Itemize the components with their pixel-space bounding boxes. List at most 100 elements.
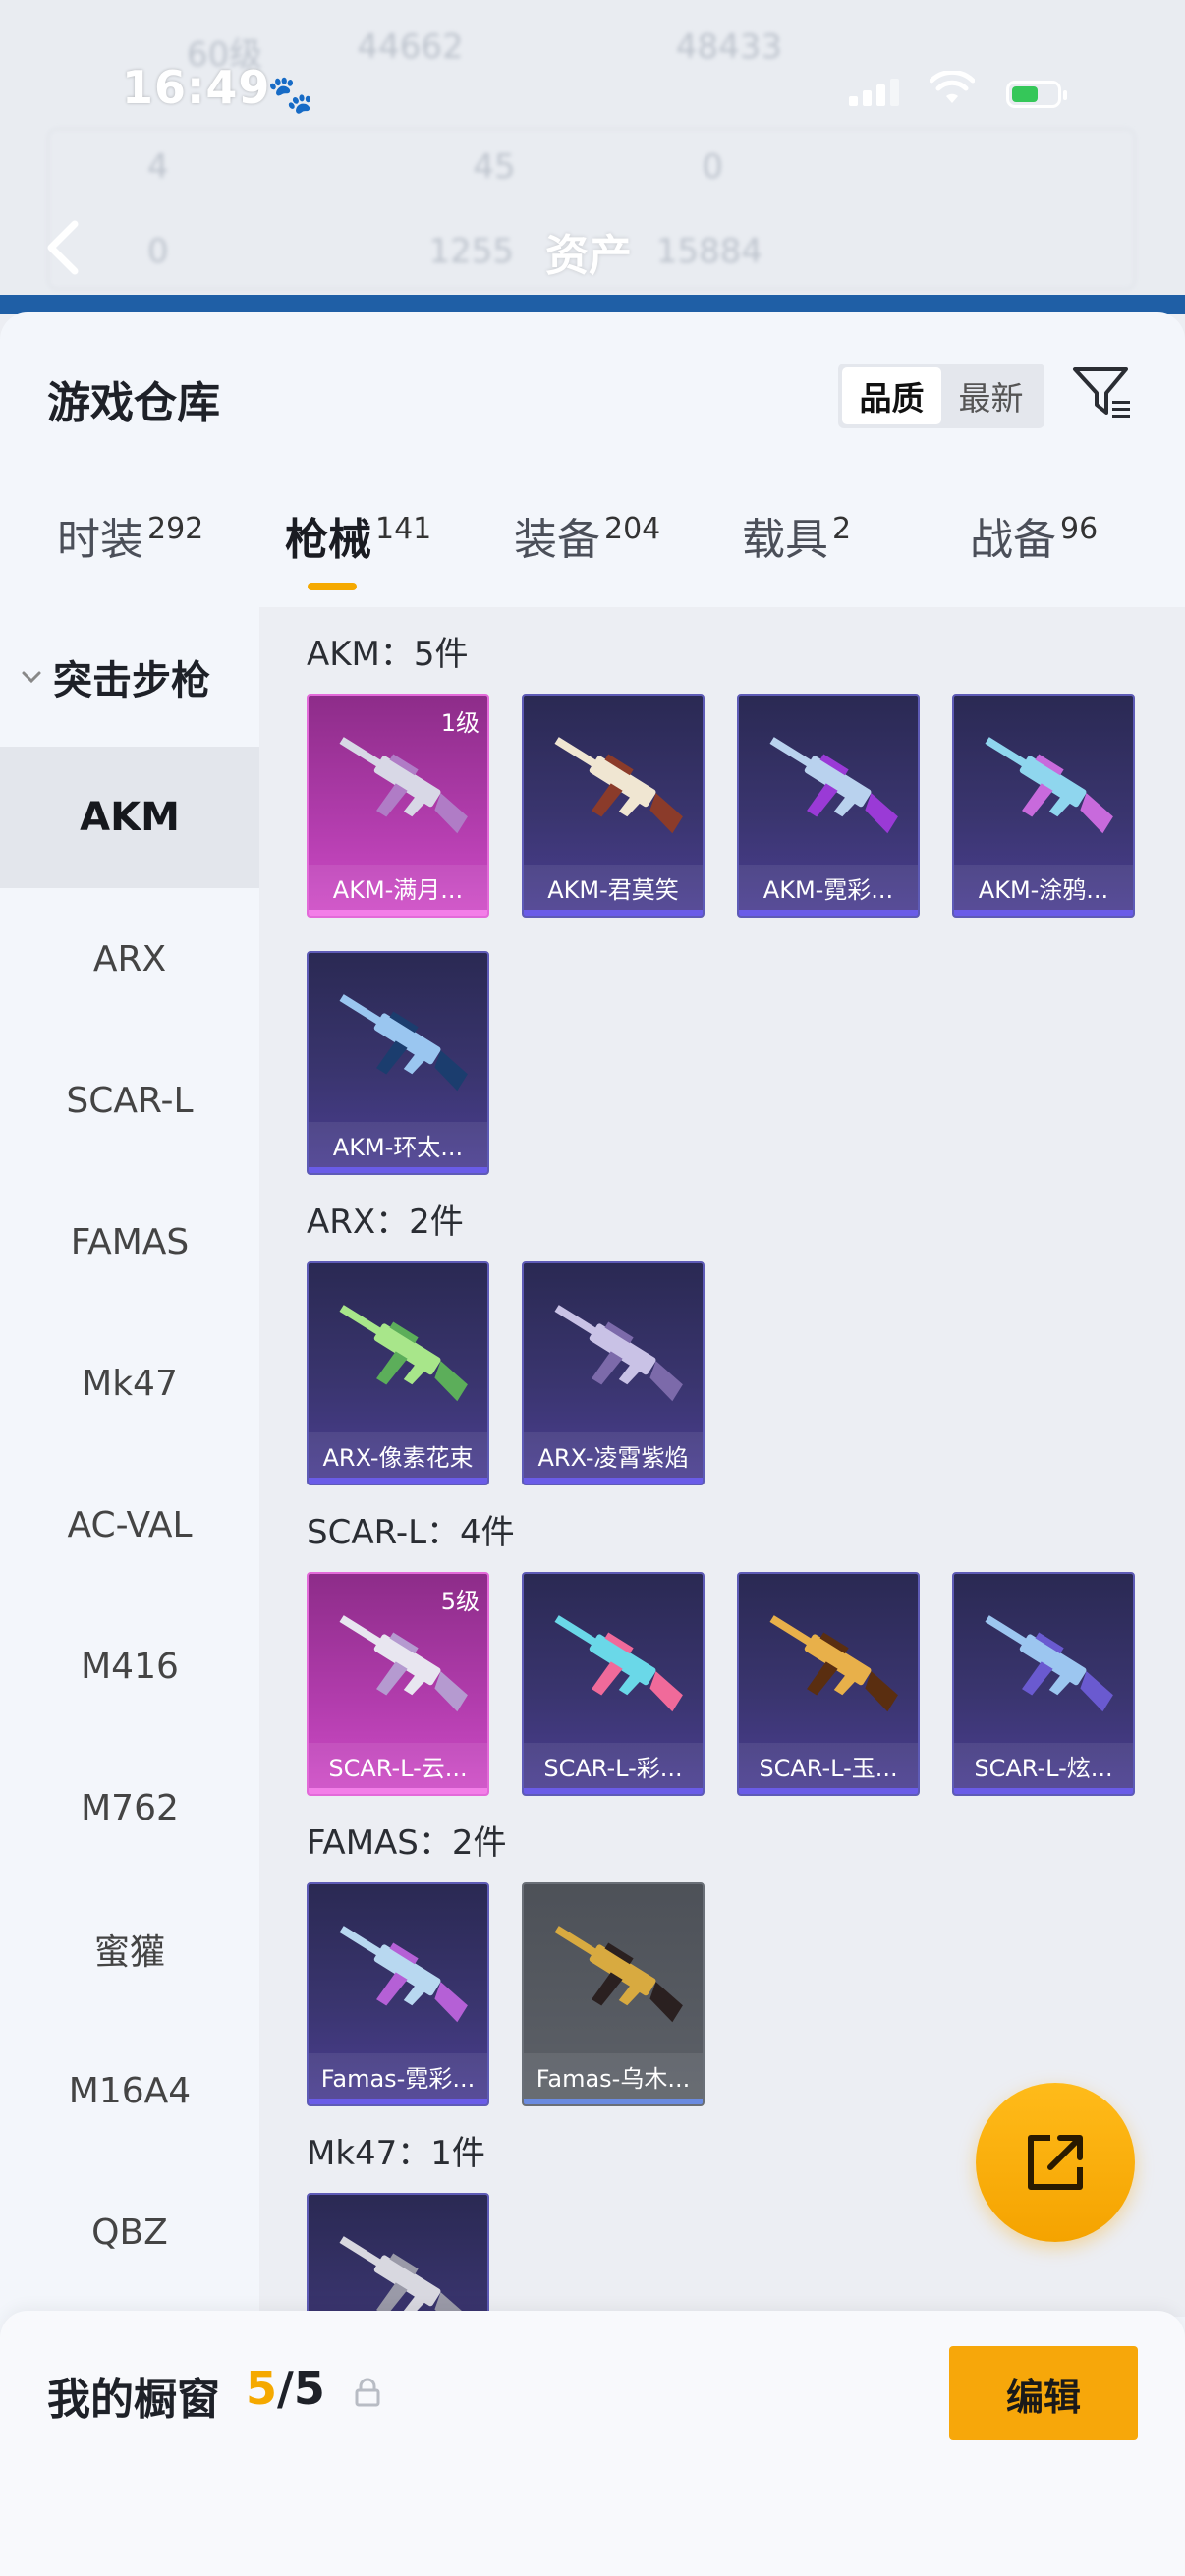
weapon-skin-card[interactable]: AKM-涂鸦...	[952, 694, 1135, 918]
sidebar-item-ac-val[interactable]: AC-VAL	[0, 1454, 259, 1596]
level-badge: 5级	[440, 1588, 480, 1615]
rarity-bar	[524, 1788, 703, 1794]
weapon-skin-name: SCAR-L-云...	[309, 1743, 487, 1788]
sidebar-item-arx[interactable]: ARX	[0, 888, 259, 1030]
rifle-icon	[339, 994, 468, 1092]
sidebar-item-honey-badger[interactable]: 蜜獾	[0, 1878, 259, 2020]
rarity-bar	[524, 2099, 703, 2104]
back-arrow-icon[interactable]	[43, 218, 83, 277]
rifle-icon	[769, 737, 898, 834]
active-tab-indicator	[308, 583, 357, 590]
weapon-skin-list: AKM：5件 1级 AKM-满月... AKM-君莫笑 AKM-霓彩... AKM-涂鸦.…	[259, 607, 1185, 2317]
group-title: SCAR-L：4件	[307, 1513, 515, 1552]
rarity-bar	[954, 1788, 1133, 1794]
sidebar-item-m416[interactable]: M416	[0, 1596, 259, 1737]
tab-vehicles[interactable]: 载具 2	[742, 504, 851, 567]
weapon-skin-card[interactable]: AKM-君莫笑	[522, 694, 705, 918]
weapon-skin-name: AKM-满月...	[309, 865, 487, 910]
lock-icon	[355, 2378, 380, 2407]
weapon-skin-name: AKM-君莫笑	[524, 865, 703, 910]
tab-fashion[interactable]: 时装 292	[57, 504, 203, 567]
rarity-bar	[309, 1788, 487, 1794]
weapon-skin-name: ARX-凌霄紫焰	[524, 1432, 703, 1478]
sidebar-item-qbz[interactable]: QBZ	[0, 2161, 259, 2303]
tab-count: 141	[375, 512, 432, 546]
tab-label: 时装	[57, 515, 143, 565]
weapon-skin-name: AKM-环太...	[309, 1122, 487, 1167]
share-button[interactable]	[976, 2083, 1135, 2242]
rarity-bar	[309, 1478, 487, 1484]
paw-icon: 🐾	[267, 73, 314, 116]
sidebar-item-scar-l[interactable]: SCAR-L	[0, 1030, 259, 1171]
tab-count: 96	[1060, 512, 1099, 546]
sidebar-item-m16a4[interactable]: M16A4	[0, 2020, 259, 2161]
weapon-skin-card[interactable]: SCAR-L-炫...	[952, 1572, 1135, 1796]
rarity-bar	[309, 1167, 487, 1173]
weapon-skin-card[interactable]: ARX-凌霄紫焰	[522, 1261, 705, 1485]
showcase-title: 我的橱窗	[47, 2375, 220, 2425]
blurred-stat: 4	[147, 147, 169, 187]
rifle-icon	[339, 2236, 468, 2317]
edit-button[interactable]: 编辑	[949, 2346, 1138, 2440]
sort-quality-option[interactable]: 品质	[842, 367, 941, 424]
signal-icon	[849, 79, 899, 106]
tab-label: 装备	[514, 515, 600, 565]
blurred-stat: 48433	[675, 28, 782, 67]
group-title: ARX：2件	[307, 1203, 464, 1242]
rifle-icon	[985, 1615, 1113, 1712]
weapon-skin-card[interactable]: ARX-像素花束	[307, 1261, 489, 1485]
sheet-title: 游戏仓库	[47, 378, 220, 428]
weapon-skin-name: Famas-霓彩...	[309, 2053, 487, 2099]
weapon-skin-name: AKM-霓彩...	[739, 865, 918, 910]
weapon-skin-card[interactable]: 1级 AKM-满月...	[307, 694, 489, 918]
group-title: FAMAS：2件	[307, 1823, 507, 1863]
weapon-skin-card[interactable]: SCAR-L-玉...	[737, 1572, 920, 1796]
rifle-icon	[339, 737, 468, 834]
status-time: 16:49	[122, 61, 271, 114]
weapon-skin-card[interactable]: SCAR-L-彩...	[522, 1572, 705, 1796]
weapon-skin-card[interactable]: AKM-霓彩...	[737, 694, 920, 918]
weapon-skin-name: AKM-涂鸦...	[954, 865, 1133, 910]
sort-newest-option[interactable]: 最新	[941, 367, 1041, 424]
sidebar-item-mk47[interactable]: Mk47	[0, 1313, 259, 1454]
showcase-total: /5	[277, 2362, 325, 2415]
sidebar-item-m762[interactable]: M762	[0, 1737, 259, 1878]
weapon-skin-card[interactable]: 5级 SCAR-L-云...	[307, 1572, 489, 1796]
rarity-bar	[954, 910, 1133, 916]
rifle-icon	[554, 1305, 683, 1402]
battery-icon	[1006, 81, 1067, 108]
filter-icon[interactable]	[1071, 362, 1134, 424]
rarity-bar	[739, 910, 918, 916]
rarity-bar	[739, 1788, 918, 1794]
rifle-icon	[339, 1926, 468, 2023]
tab-label: 战备	[970, 515, 1056, 565]
weapon-skin-name: SCAR-L-玉...	[739, 1743, 918, 1788]
showcase-current: 5	[246, 2362, 278, 2415]
rifle-icon	[554, 1615, 683, 1712]
showcase-count: 5/5	[246, 2362, 325, 2415]
share-icon	[1028, 2135, 1083, 2190]
page-title: 资产	[545, 231, 632, 281]
sidebar-item-akm[interactable]: AKM	[0, 747, 259, 888]
weapon-skin-name: SCAR-L-彩...	[524, 1743, 703, 1788]
blurred-stats-row: 4 45 0	[39, 147, 1136, 187]
weapon-skin-card[interactable]: Famas-霓彩...	[307, 1882, 489, 2106]
category-header[interactable]: 突击步枪	[20, 648, 210, 705]
chevron-down-icon	[22, 671, 41, 684]
tab-supplies[interactable]: 战备 96	[970, 504, 1098, 567]
weapon-skin-name: SCAR-L-炫...	[954, 1743, 1133, 1788]
tab-equipment[interactable]: 装备 204	[514, 504, 660, 567]
wifi-icon	[930, 71, 975, 103]
warehouse-sheet: 游戏仓库 品质 最新 时装 292 枪械 141 装备 204 载具 2 战备 96 突击…	[0, 312, 1185, 2576]
sidebar-item-famas[interactable]: FAMAS	[0, 1171, 259, 1313]
weapon-skin-card[interactable]	[307, 2193, 489, 2317]
rifle-icon	[985, 737, 1113, 834]
weapon-skin-name: ARX-像素花束	[309, 1432, 487, 1478]
tab-count: 2	[832, 512, 852, 546]
level-badge: 1级	[440, 709, 480, 737]
tab-guns[interactable]: 枪械 141	[285, 504, 431, 567]
tab-count: 292	[147, 512, 204, 546]
weapon-skin-card[interactable]: AKM-环太...	[307, 951, 489, 1175]
weapon-skin-card[interactable]: Famas-乌木...	[522, 1882, 705, 2106]
blurred-stat: 0	[147, 232, 169, 271]
